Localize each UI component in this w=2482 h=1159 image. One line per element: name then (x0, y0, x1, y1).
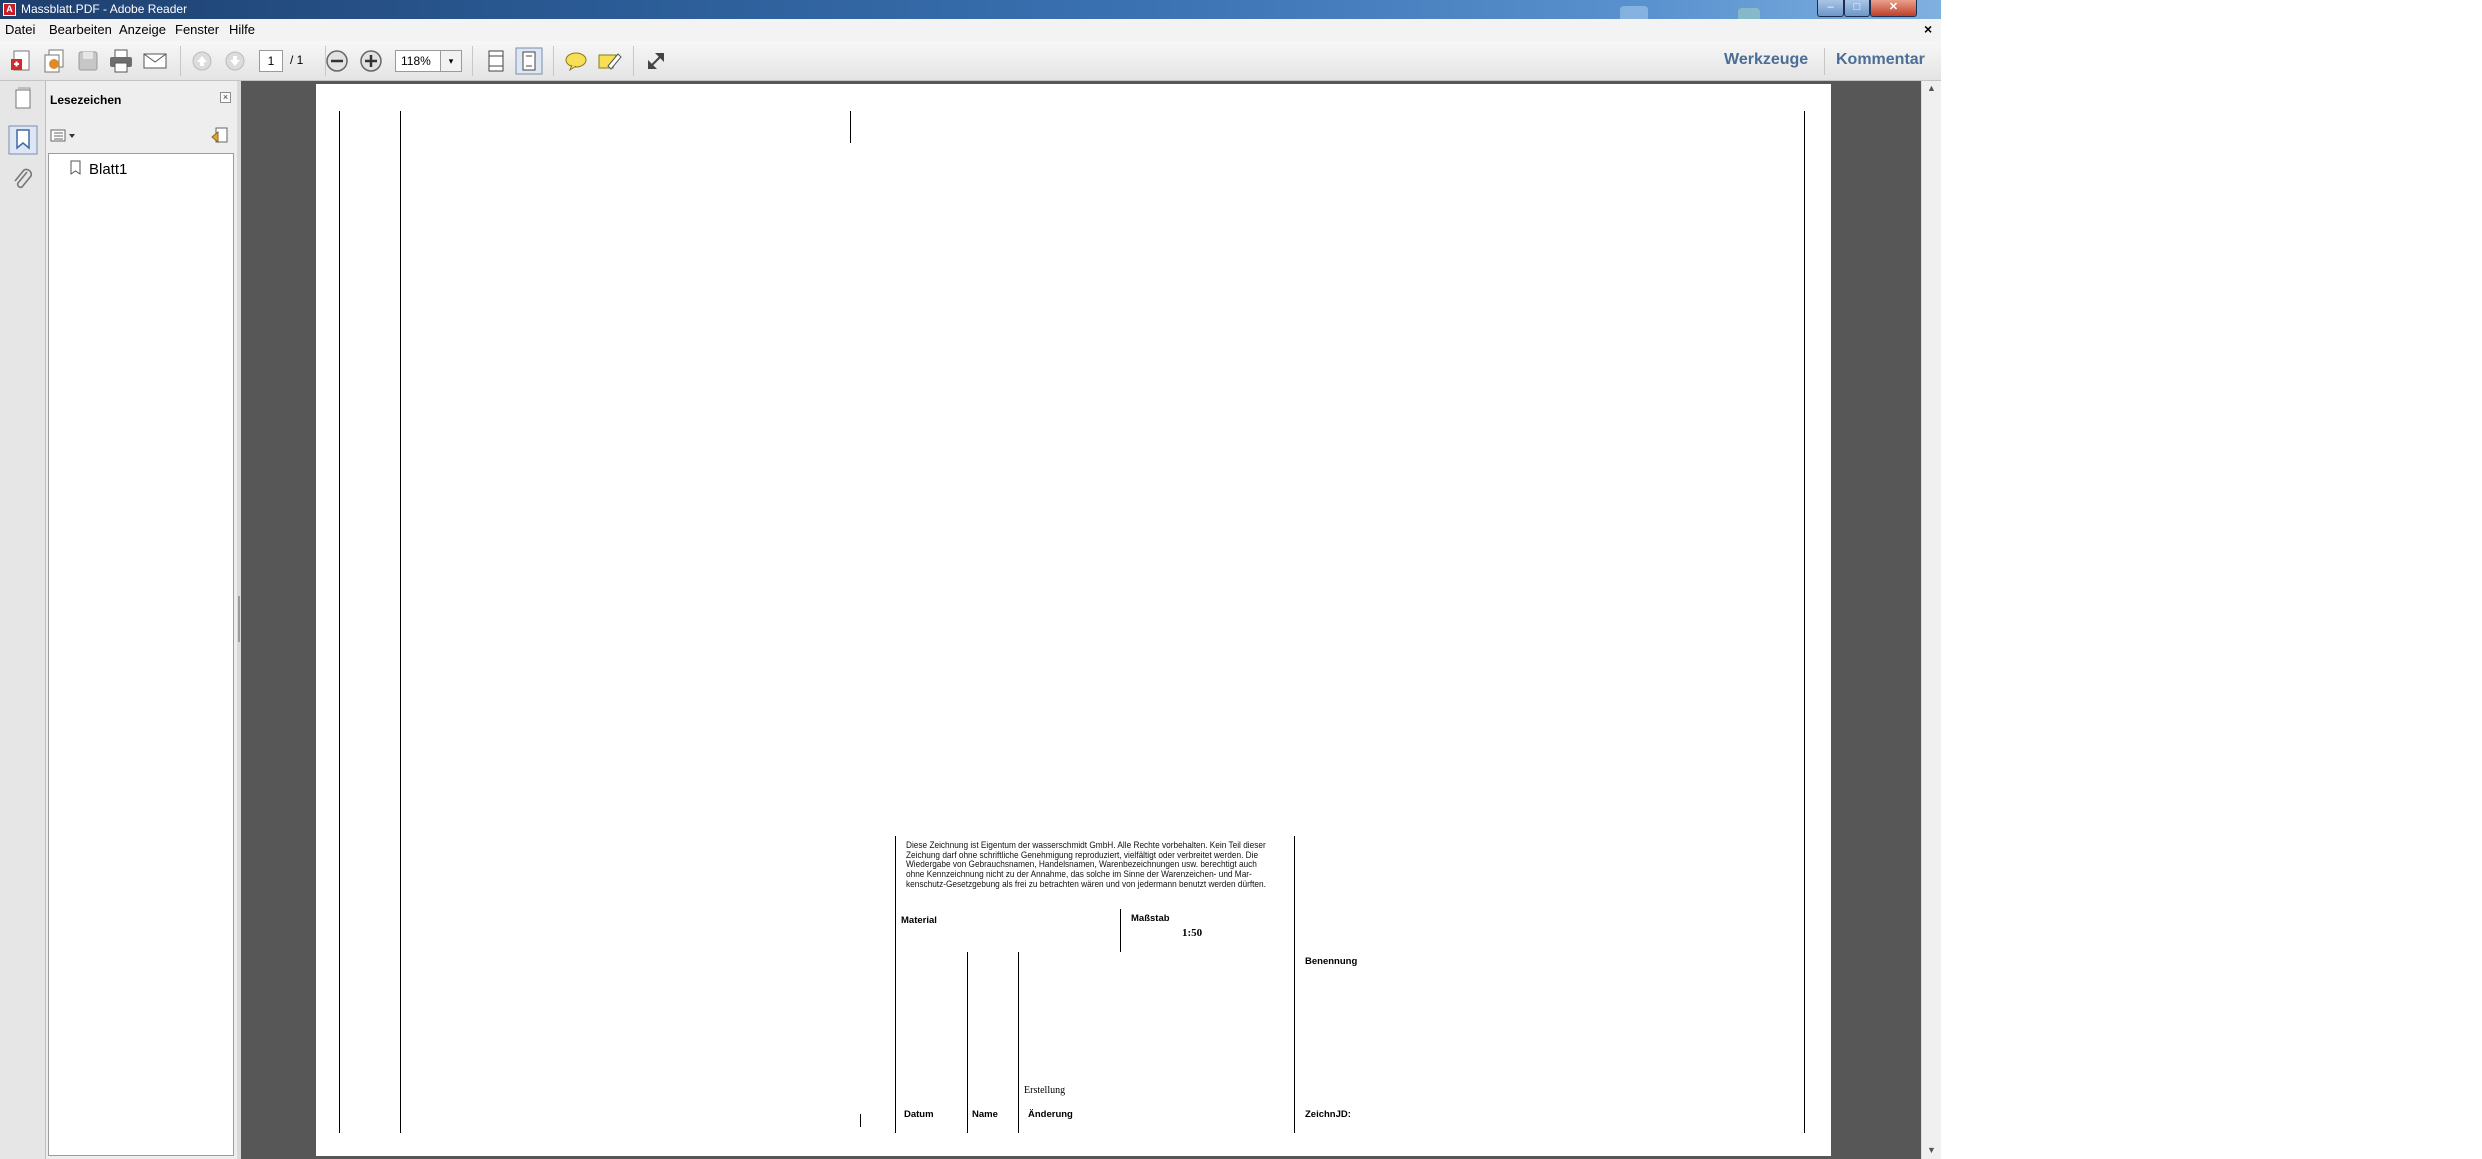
bookmarks-icon[interactable] (7, 125, 39, 155)
kommentar-button[interactable]: Kommentar (1836, 51, 1925, 69)
page-number-input[interactable] (259, 50, 283, 72)
frame-line (1804, 111, 1805, 1133)
bookmark-icon (69, 160, 83, 181)
page-thumbnails-icon[interactable] (7, 85, 39, 115)
title-block-line (967, 952, 968, 1133)
erstellung-label: Erstellung (1024, 1085, 1066, 1096)
scroll-up-icon[interactable]: ▲ (1927, 83, 1936, 93)
combine-icon[interactable] (40, 46, 70, 76)
toolbar-separator (633, 46, 634, 76)
close-window-button[interactable]: ✕ (1870, 0, 1917, 17)
copyright-line: kenschutz-Gesetzgebung als frei zu betra… (906, 878, 1266, 889)
adobe-reader-icon: A (3, 3, 16, 16)
bookmarks-panel: Lesezeichen × Blatt1 (46, 81, 237, 1159)
bookmark-options-icon[interactable] (50, 127, 76, 145)
navigation-pane-strip (0, 81, 46, 1159)
frame-line (400, 111, 401, 1133)
name-label: Name (972, 1109, 998, 1120)
close-panel-icon[interactable]: × (220, 92, 231, 103)
highlight-icon[interactable] (594, 46, 624, 76)
toolbar-separator (1824, 48, 1825, 75)
scroll-down-icon[interactable]: ▼ (1927, 1145, 1936, 1155)
expand-icon[interactable] (641, 46, 671, 76)
zoom-dropdown-button[interactable]: ▾ (441, 50, 462, 72)
splitter-grip[interactable] (238, 596, 240, 642)
attachments-icon[interactable] (7, 165, 39, 195)
page-total: / 1 (290, 53, 304, 67)
fit-page-icon[interactable] (514, 46, 544, 76)
menu-datei[interactable]: Datei (5, 22, 35, 38)
frame-line (860, 1114, 861, 1127)
toolbar-separator (553, 46, 554, 76)
print-icon[interactable] (106, 46, 136, 76)
bookmarks-panel-title: Lesezeichen (50, 93, 122, 107)
title-block-line (1018, 952, 1019, 1133)
bookmarks-panel-header: Lesezeichen × (46, 81, 237, 117)
comment-icon[interactable] (561, 46, 591, 76)
massstab-value: 1:50 (1182, 927, 1203, 939)
menu-hilfe[interactable]: Hilfe (229, 22, 255, 38)
menu-bar: Datei Bearbeiten Anzeige Fenster Hilfe × (0, 19, 1941, 41)
copyright-notice: Diese Zeichnung ist Eigentum der wassers… (906, 840, 1284, 890)
frame-line (339, 111, 340, 1133)
zoom-in-icon[interactable] (356, 46, 386, 76)
toolbar: / 1 118% ▾ Werkzeuge Kommentar (0, 41, 1941, 81)
email-icon[interactable] (140, 46, 170, 76)
save-icon[interactable] (73, 46, 103, 76)
zoom-level-field[interactable]: 118% (395, 50, 441, 72)
frame-line (850, 111, 851, 143)
bookmark-label: Blatt1 (89, 161, 128, 178)
desktop-background (1941, 0, 2482, 1159)
title-bar: A Massblatt.PDF - Adobe Reader – □ ✕ (0, 0, 1941, 19)
menu-fenster[interactable]: Fenster (175, 22, 219, 38)
create-pdf-icon[interactable] (7, 46, 37, 76)
aenderung-label: Änderung (1028, 1109, 1073, 1120)
background-decoration (1620, 6, 1648, 19)
werkzeuge-button[interactable]: Werkzeuge (1724, 51, 1808, 69)
fit-width-icon[interactable] (481, 46, 511, 76)
maximize-button[interactable]: □ (1844, 0, 1870, 17)
document-view[interactable]: Diese Zeichnung ist Eigentum der wassers… (241, 81, 1921, 1159)
expand-bookmark-icon[interactable] (209, 125, 231, 147)
menu-anzeige[interactable]: Anzeige (119, 22, 166, 38)
next-page-icon[interactable] (220, 46, 250, 76)
title-block-line (895, 836, 896, 1133)
zeichnr-label: ZeichnJD: (1305, 1109, 1351, 1120)
benennung-label: Benennung (1305, 956, 1358, 967)
bookmark-list: Blatt1 (48, 153, 234, 1156)
menu-bearbeiten[interactable]: Bearbeiten (49, 22, 112, 38)
background-decoration (1738, 8, 1760, 19)
toolbar-separator (180, 46, 181, 76)
vertical-scrollbar[interactable]: ▲ ▼ (1921, 81, 1941, 1159)
minimize-button[interactable]: – (1817, 0, 1844, 17)
material-label: Material (901, 915, 937, 926)
window-title: Massblatt.PDF - Adobe Reader (21, 2, 188, 16)
previous-page-icon[interactable] (187, 46, 217, 76)
toolbar-separator (472, 46, 473, 76)
massstab-label: Maßstab (1131, 913, 1170, 924)
close-document-icon[interactable]: × (1924, 21, 1932, 37)
pdf-page: Diese Zeichnung ist Eigentum der wassers… (316, 84, 1831, 1156)
datum-label: Datum (904, 1109, 934, 1120)
title-block-line (1294, 836, 1295, 1133)
zoom-out-icon[interactable] (322, 46, 352, 76)
title-block-line (1120, 909, 1121, 952)
